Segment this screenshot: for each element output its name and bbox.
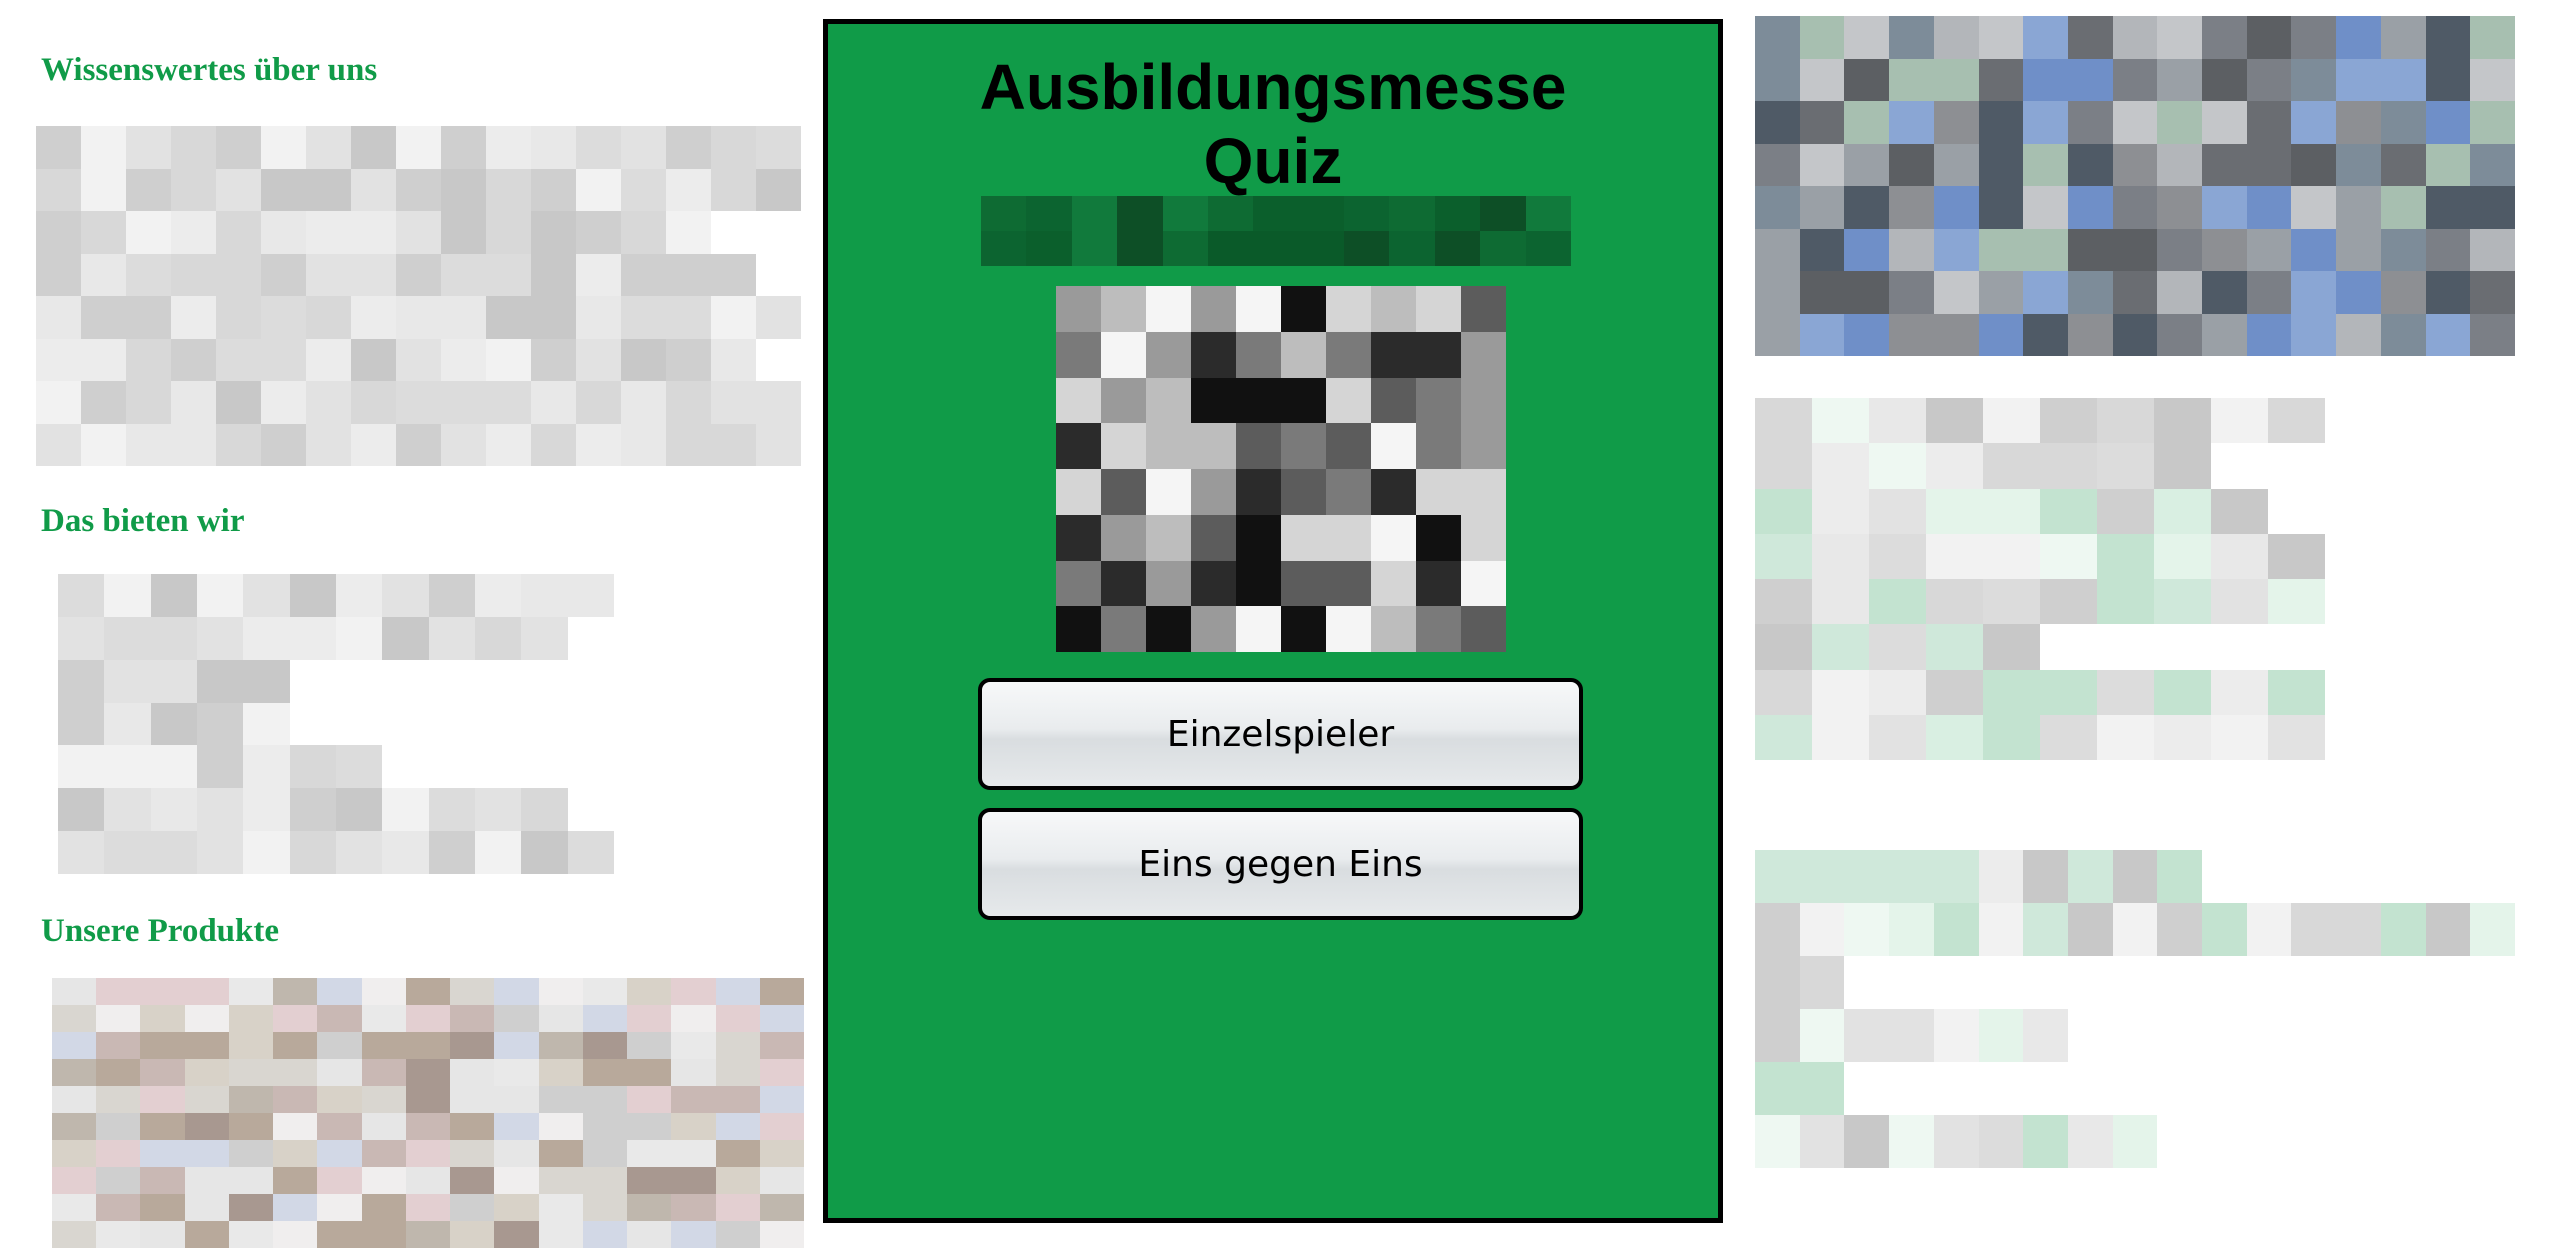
team-photo (1755, 16, 2515, 356)
quiz-title-line1: Ausbildungsmesse (979, 51, 1567, 123)
products-heading: Unsere Produkte (41, 913, 280, 949)
left-column: Wissenswertes über uns Das bieten wir Un… (0, 0, 820, 1248)
right-list-blurred (1755, 850, 2515, 1168)
singleplayer-button-label: Einzelspieler (1166, 713, 1395, 755)
singleplayer-button[interactable]: Einzelspieler (978, 678, 1583, 790)
right-column (1750, 0, 2555, 1248)
quiz-title-line2: Quiz (1203, 125, 1343, 197)
about-text-blurred (36, 126, 801, 466)
versus-button-label: Eins gegen Eins (1138, 843, 1423, 885)
quiz-title: Ausbildungsmesse Quiz (828, 50, 1718, 198)
versus-button[interactable]: Eins gegen Eins (978, 808, 1583, 920)
page: Wissenswertes über uns Das bieten wir Un… (0, 0, 2555, 1248)
about-heading: Wissenswertes über uns (41, 52, 378, 88)
company-logo (1056, 286, 1506, 652)
offer-list-blurred (58, 574, 614, 874)
right-text-blurred (1755, 398, 2325, 760)
subtitle-blurred (981, 196, 1571, 266)
offer-heading: Das bieten wir (41, 503, 245, 539)
products-images-blurred (52, 978, 804, 1248)
quiz-panel: Ausbildungsmesse Quiz Einzelspieler Eins… (823, 19, 1723, 1223)
